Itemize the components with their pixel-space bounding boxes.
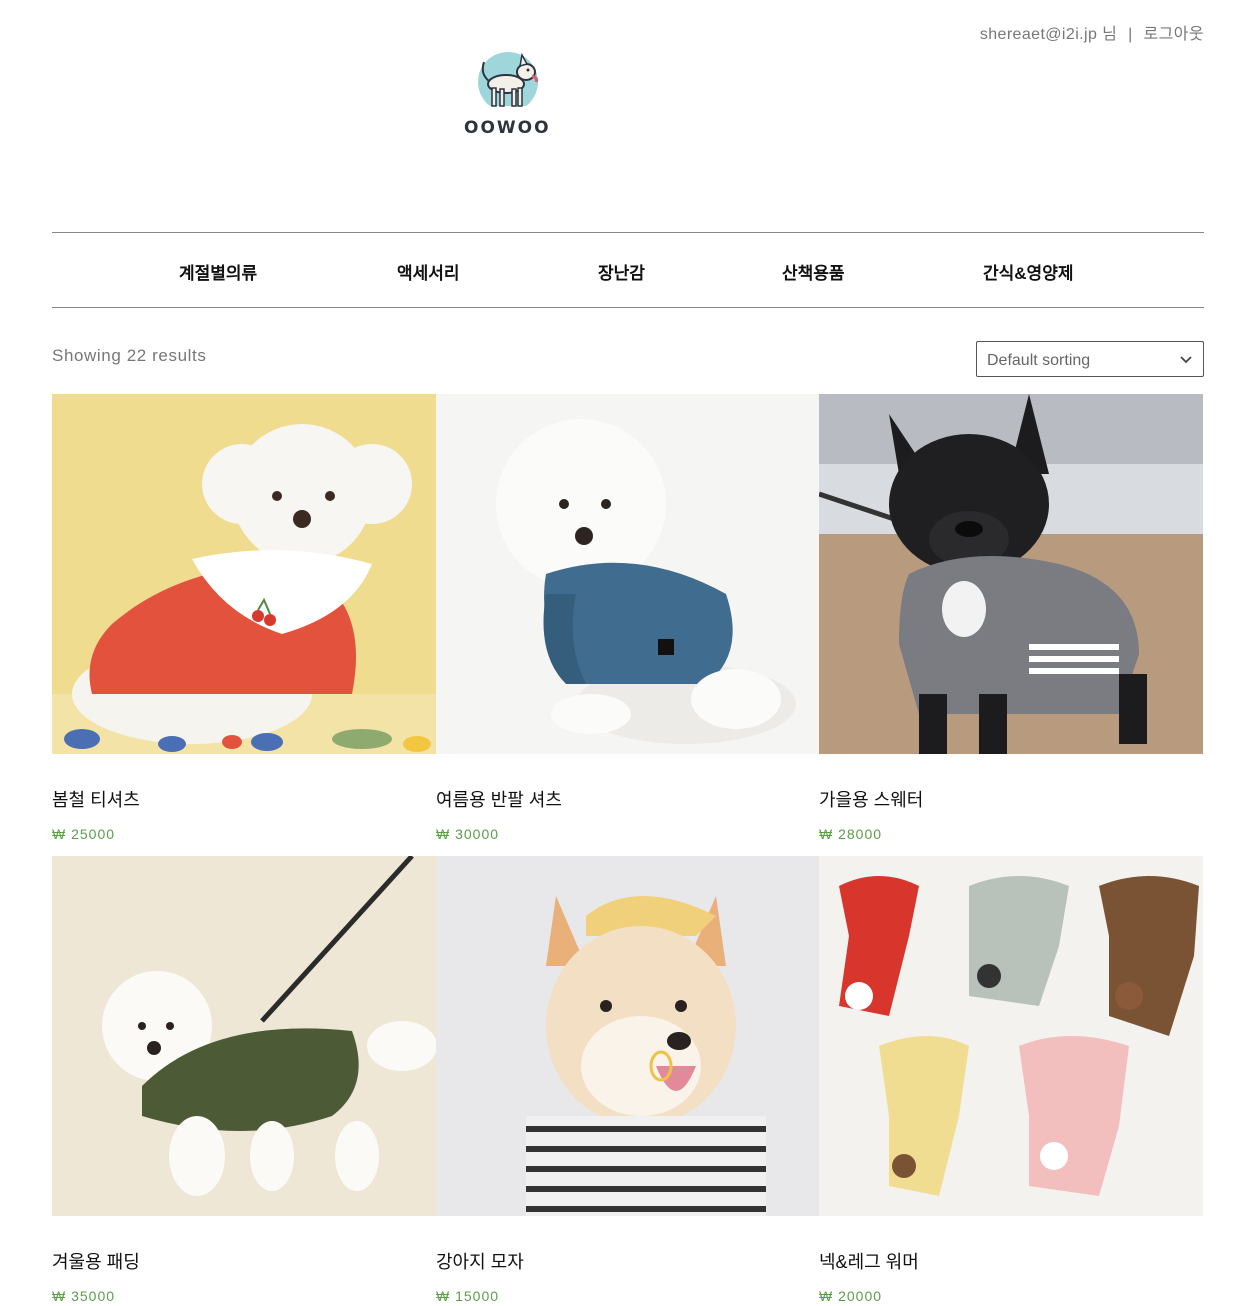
product-title[interactable]: 넥&레그 워머: [819, 1248, 919, 1274]
chevron-down-icon: [1180, 356, 1192, 364]
product-price: ₩ 20000: [819, 1288, 883, 1304]
product-card[interactable]: 겨울용 패딩 ₩ 35000: [52, 856, 436, 1304]
product-price: ₩ 25000: [52, 826, 116, 842]
user-bar: shereaet@i2i.jp 님 | 로그아웃: [980, 20, 1204, 44]
separator: |: [1128, 26, 1133, 43]
product-image[interactable]: [819, 394, 1203, 754]
product-title[interactable]: 가을용 스웨터: [819, 786, 923, 812]
product-title[interactable]: 여름용 반팔 셔츠: [436, 786, 562, 812]
dog-logo-icon: [470, 52, 546, 112]
product-card[interactable]: 가을용 스웨터 ₩ 28000: [819, 394, 1203, 842]
user-suffix: 님: [1102, 26, 1118, 43]
nav-item-walking-supplies[interactable]: 산책용품: [782, 259, 845, 284]
sorting-select[interactable]: Default sorting: [976, 341, 1204, 377]
product-card[interactable]: 강아지 모자 ₩ 15000: [436, 856, 820, 1304]
nav-item-toys[interactable]: 장난감: [598, 259, 645, 284]
product-title[interactable]: 강아지 모자: [436, 1248, 524, 1274]
sorting-value: Default sorting: [987, 352, 1091, 369]
product-price: ₩ 28000: [819, 826, 883, 842]
product-image[interactable]: [819, 856, 1203, 1216]
nav-item-treats-supplements[interactable]: 간식&영양제: [983, 259, 1073, 284]
product-title[interactable]: 겨울용 패딩: [52, 1248, 140, 1274]
product-price: ₩ 30000: [436, 826, 500, 842]
product-image[interactable]: [52, 394, 436, 754]
logo-wordmark: OOWOO: [464, 118, 551, 138]
product-card[interactable]: 봄철 티셔츠 ₩ 25000: [52, 394, 436, 842]
product-image[interactable]: [52, 856, 436, 1216]
main-nav: 계절별의류 액세서리 장난감 산책용품 간식&영양제: [52, 232, 1204, 308]
user-email: shereaet@i2i.jp: [979, 26, 1098, 43]
product-card[interactable]: 넥&레그 워머 ₩ 20000: [819, 856, 1203, 1304]
logout-link[interactable]: 로그아웃: [1144, 26, 1204, 43]
product-price: ₩ 35000: [52, 1288, 116, 1304]
site-logo[interactable]: OOWOO: [460, 48, 556, 144]
nav-item-seasonal-clothing[interactable]: 계절별의류: [179, 259, 257, 284]
product-title[interactable]: 봄철 티셔츠: [52, 786, 140, 812]
product-card[interactable]: 여름용 반팔 셔츠 ₩ 30000: [436, 394, 820, 842]
product-image[interactable]: [436, 856, 820, 1216]
product-price: ₩ 15000: [436, 1288, 500, 1304]
result-count: Showing 22 results: [52, 346, 207, 365]
nav-item-accessories[interactable]: 액세서리: [397, 259, 460, 284]
product-image[interactable]: [436, 394, 820, 754]
